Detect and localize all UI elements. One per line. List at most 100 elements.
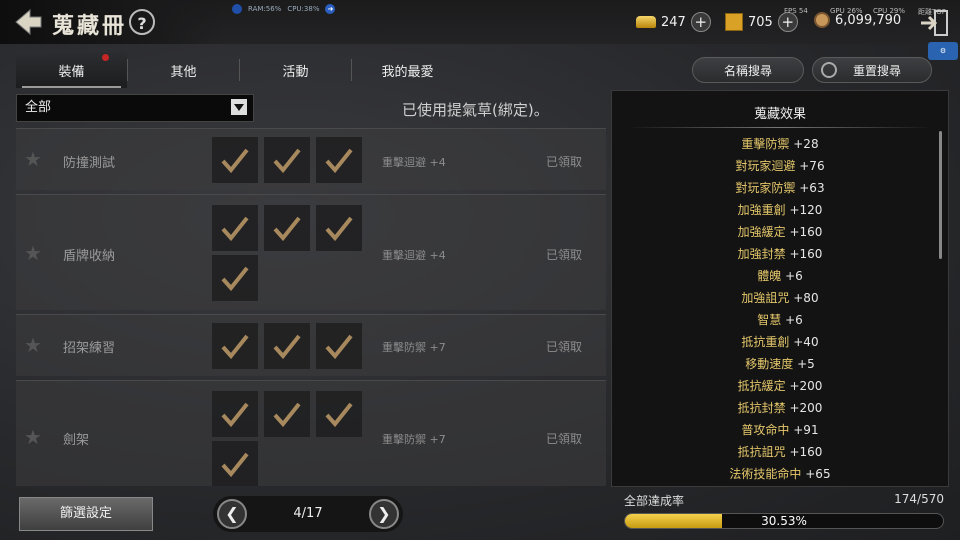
effect-stat: 加強封禁: [737, 247, 786, 261]
tab-event[interactable]: 活動: [240, 52, 351, 88]
achievement-progress-bar: 30.53%: [624, 513, 944, 529]
ram-usage: RAM:56%: [248, 5, 282, 13]
page-title: 蒐藏冊: [52, 13, 128, 39]
achievement-count: 174/570: [894, 492, 944, 506]
effect-line: 對玩家防禦 +63: [612, 177, 948, 199]
add-gold-button[interactable]: +: [690, 12, 711, 32]
effect-line: 抵抗重創 +40: [612, 331, 948, 353]
cpu-readout: CPU 29%: [873, 7, 906, 15]
item-name: 盾牌收納: [63, 249, 116, 264]
effect-value: +80: [793, 291, 819, 305]
item-name: 劍架: [63, 433, 90, 448]
effect-value: +120: [789, 203, 823, 217]
exit-button[interactable]: [918, 8, 950, 38]
help-button[interactable]: ?: [129, 9, 155, 35]
scroll-amount: 705: [748, 14, 773, 30]
expand-arrow-icon[interactable]: ➜: [325, 4, 336, 14]
item-effect: 重擊迴避 +4: [382, 249, 446, 262]
tab-favorites[interactable]: 我的最愛: [352, 52, 463, 88]
tab-other[interactable]: 其他: [128, 52, 239, 88]
effect-value: +5: [797, 357, 815, 371]
item-used-note: 已使用提氣草(綁定)。: [402, 101, 549, 119]
collected-check-icon: [212, 391, 258, 437]
effect-line: 加強封禁 +160: [612, 243, 948, 265]
collected-check-icon: [212, 441, 258, 486]
collected-check-icon: [212, 255, 258, 301]
effect-line: 對玩家迴避 +76: [612, 155, 948, 177]
collected-check-icon: [212, 205, 258, 251]
collected-check-icon: [212, 137, 258, 183]
item-name: 招架練習: [63, 341, 116, 356]
list-item[interactable]: ★ 劍架 重擊防禦 +7 已領取: [16, 380, 606, 486]
system-monitor: RAM:56% CPU:38% ➜: [232, 4, 336, 14]
collected-check-icon: [212, 323, 258, 369]
refresh-icon: [821, 62, 837, 78]
collected-check-icon: [316, 323, 362, 369]
next-page-button[interactable]: ❯: [369, 499, 399, 529]
effect-value: +160: [789, 225, 823, 239]
favorite-star-icon[interactable]: ★: [24, 427, 44, 447]
list-item[interactable]: ★ 招架練習 重擊防禦 +7 已領取: [16, 314, 606, 376]
collected-check-icon: [264, 137, 310, 183]
collected-check-icon: [316, 391, 362, 437]
effect-stat: 加強重創: [737, 203, 786, 217]
list-item[interactable]: ★ 防撞測試 重擊迴避 +4 已領取: [16, 128, 606, 190]
claim-status: 已領取: [546, 340, 583, 354]
effect-stat: 抵抗重創: [741, 335, 790, 349]
notification-dot: [102, 54, 109, 61]
tab-equipment[interactable]: 裝備: [16, 52, 127, 88]
effect-line: 普攻命中 +91: [612, 419, 948, 441]
back-button[interactable]: [10, 6, 44, 38]
effect-line: 加強重創 +120: [612, 199, 948, 221]
favorite-star-icon[interactable]: ★: [24, 335, 44, 355]
collected-check-icon: [316, 205, 362, 251]
coin-icon: [814, 12, 830, 28]
fps-readout: FPS 54: [784, 7, 808, 15]
effect-value: +160: [789, 445, 823, 459]
effects-scrollbar[interactable]: [939, 131, 942, 259]
collection-effects-panel: 蒐藏效果 重擊防禦 +28 對玩家迴避 +76 對玩家防禦 +63 加強重創 +…: [611, 90, 949, 487]
effect-value: +76: [799, 159, 825, 173]
effect-line: 智慧 +6: [612, 309, 948, 331]
effects-list: 重擊防禦 +28 對玩家迴避 +76 對玩家防禦 +63 加強重創 +120 加…: [612, 133, 948, 485]
effect-line: 抵抗詛咒 +160: [612, 441, 948, 463]
add-scroll-button[interactable]: +: [777, 12, 798, 32]
item-effect: 重擊防禦 +7: [382, 433, 446, 446]
scroll-resource: 705 +: [725, 12, 798, 32]
effect-value: +6: [785, 269, 803, 283]
effect-stat: 抵抗緩定: [737, 379, 786, 393]
exit-door-icon: [921, 10, 948, 36]
reset-search-button[interactable]: 重置搜尋: [812, 57, 932, 83]
effect-stat: 抵抗封禁: [737, 401, 786, 415]
effect-value: +200: [789, 401, 823, 415]
effect-stat: 普攻命中: [741, 423, 790, 437]
effect-value: +6: [785, 313, 803, 327]
item-effect: 重擊防禦 +7: [382, 341, 446, 354]
effect-line: 抵抗緩定 +200: [612, 375, 948, 397]
gold-ingot-icon: [636, 16, 656, 28]
mini-badge-icon[interactable]: ⚙: [928, 42, 958, 60]
effect-stat: 抵抗詛咒: [737, 445, 786, 459]
reset-search-label: 重置搜尋: [852, 64, 901, 78]
list-item[interactable]: ★ 盾牌收納 重擊迴避 +4 已領取: [16, 194, 606, 310]
collection-list: ★ 防撞測試 重擊迴避 +4 已領取 ★ 盾牌收納 重擊迴避 +4 已領取 ★ …: [16, 128, 606, 486]
collected-check-icon: [264, 323, 310, 369]
collected-check-icon: [316, 137, 362, 183]
collected-check-icon: [264, 391, 310, 437]
effect-line: 移動速度 +5: [612, 353, 948, 375]
tab-label: 其他: [170, 64, 197, 80]
progress-percent: 30.53%: [761, 514, 807, 528]
panel-divider: [626, 127, 934, 128]
favorite-star-icon[interactable]: ★: [24, 149, 44, 169]
effect-stat: 對玩家防禦: [735, 181, 796, 195]
filter-settings-button[interactable]: 篩選設定: [19, 497, 153, 531]
claim-status: 已領取: [546, 432, 583, 446]
name-search-button[interactable]: 名稱搜尋: [692, 57, 804, 83]
gold-resource: 247 +: [636, 12, 711, 32]
effect-stat: 加強緩定: [737, 225, 786, 239]
gpu-readout: GPU 26%: [830, 7, 863, 15]
monitor-icon: [232, 4, 242, 14]
favorite-star-icon[interactable]: ★: [24, 243, 44, 263]
back-arrow-icon: [15, 8, 42, 36]
category-dropdown[interactable]: 全部: [16, 94, 254, 122]
